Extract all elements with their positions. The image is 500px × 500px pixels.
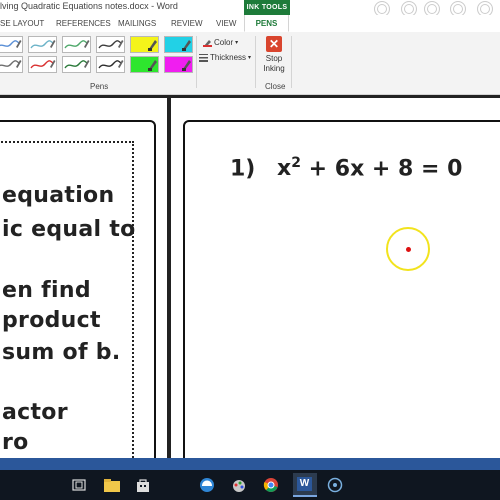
highlighter-swatch[interactable] [164, 56, 193, 73]
pen-color-icon [203, 39, 212, 47]
chevron-down-icon: ▾ [235, 39, 239, 46]
chrome-icon[interactable] [262, 476, 280, 494]
windows-taskbar: W [0, 470, 500, 500]
left-text-line: en find [2, 278, 91, 303]
color-label: Color [214, 37, 234, 47]
highlighter-swatch[interactable] [130, 36, 159, 53]
page-edge [0, 95, 500, 98]
ribbon-divider [255, 36, 256, 88]
edge-icon[interactable] [198, 476, 216, 494]
left-text-line: equation [2, 183, 115, 208]
file-explorer-icon[interactable] [103, 476, 121, 494]
store-icon[interactable] [134, 476, 152, 494]
ribbon-pens-panel: Pens Color ▾ Thickness ▾ ✕ Stop Inking C… [0, 32, 500, 95]
tab-pens[interactable]: PENS [244, 15, 289, 32]
left-text-line: sum of b. [2, 340, 121, 365]
tab-review[interactable]: REVIEW [171, 15, 203, 32]
pens-group-label: Pens [90, 82, 109, 91]
stop-inking-label-line2: Inking [263, 64, 285, 73]
word-icon: W [297, 477, 312, 491]
ribbon-divider [291, 36, 292, 88]
title-bar: lving Quadratic Equations notes.docx - W… [0, 0, 500, 17]
paint-icon[interactable] [230, 476, 248, 494]
chevron-down-icon: ▾ [248, 54, 252, 61]
thickness-dropdown-button[interactable]: Thickness ▾ [199, 51, 251, 63]
pen-swatch[interactable] [0, 36, 23, 53]
left-text-line: ro [2, 430, 29, 455]
left-text-line: actor [2, 400, 68, 425]
task-view-icon[interactable] [70, 476, 88, 494]
equation-rest: + 6x + 8 = 0 [308, 156, 463, 182]
tab-view[interactable]: VIEW [216, 15, 236, 32]
pen-swatch[interactable] [96, 36, 125, 53]
stop-inking-button[interactable]: ✕ Stop Inking [260, 36, 288, 74]
ink-tools-context-tab: INK TOOLS [244, 0, 290, 15]
close-group-label: Close [265, 82, 286, 91]
pen-swatch[interactable] [28, 36, 57, 53]
highlighter-swatch[interactable] [130, 56, 159, 73]
highlighter-swatch[interactable] [164, 36, 193, 53]
close-x-icon: ✕ [266, 36, 282, 52]
document-area[interactable]: equation ic equal to en find product sum… [0, 95, 500, 484]
equation-variable: x [277, 156, 292, 182]
thickness-label: Thickness [210, 52, 247, 62]
left-text-line: ic equal to [2, 217, 136, 242]
equation-problem-1: 1) x2 + 6x + 8 = 0 [230, 155, 462, 181]
ribbon-divider [196, 36, 197, 88]
pen-swatch[interactable] [96, 56, 125, 73]
tab-mailings[interactable]: MAILINGS [118, 15, 156, 32]
tab-references[interactable]: REFERENCES [56, 15, 111, 32]
pen-swatch[interactable] [62, 36, 91, 53]
window-title: lving Quadratic Equations notes.docx - W… [0, 1, 178, 11]
media-icon[interactable] [326, 476, 344, 494]
stop-inking-label-line1: Stop [265, 54, 283, 63]
pen-swatch[interactable] [28, 56, 57, 73]
line-thickness-icon [199, 53, 208, 62]
pen-swatch[interactable] [0, 56, 23, 73]
pen-swatch[interactable] [62, 56, 91, 73]
pen-cursor-dot-icon [406, 247, 411, 252]
color-dropdown-button[interactable]: Color ▾ [203, 36, 238, 48]
left-text-line: product [2, 308, 101, 333]
status-bar [0, 458, 500, 470]
column-divider [167, 95, 171, 458]
word-taskbar-button[interactable]: W [293, 473, 317, 497]
problem-number: 1) [230, 156, 256, 182]
tab-page-layout[interactable]: SE LAYOUT [0, 15, 44, 32]
equation-exponent: 2 [291, 155, 301, 171]
